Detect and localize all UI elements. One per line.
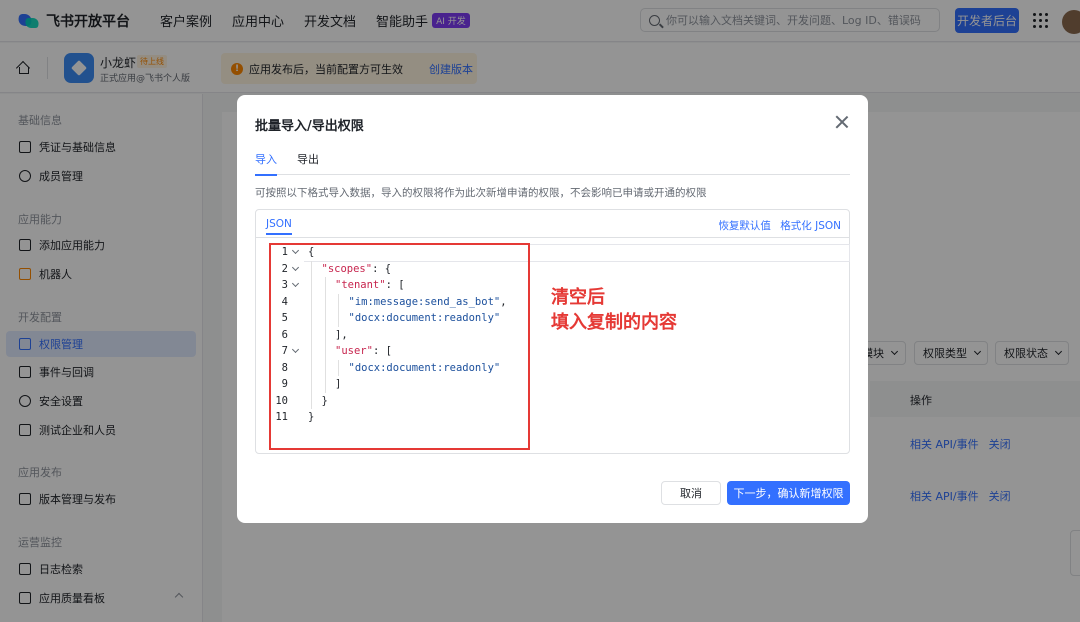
close-icon[interactable] <box>834 114 850 130</box>
annotation-line-1: 清空后 <box>551 287 605 308</box>
import-description: 可按照以下格式导入数据，导入的权限将作为此次新增申请的权限，不会影响已申请或开通… <box>255 187 707 199</box>
dialog-title: 批量导入/导出权限 <box>255 119 364 134</box>
tab-export[interactable]: 导出 <box>297 151 319 175</box>
confirm-add-permissions-button[interactable]: 下一步，确认新增权限 <box>727 481 850 505</box>
restore-default-button[interactable]: 恢复默认值 <box>718 220 771 232</box>
cancel-button[interactable]: 取消 <box>661 481 721 505</box>
format-json-button[interactable]: 格式化 JSON <box>780 220 841 232</box>
annotation-text: 清空后 填入复制的内容 <box>551 285 677 335</box>
tab-json[interactable]: JSON <box>266 218 292 235</box>
editor-toolbar: JSON 恢复默认值 格式化 JSON <box>256 210 849 238</box>
annotation-line-2: 填入复制的内容 <box>551 312 677 333</box>
tab-import[interactable]: 导入 <box>255 151 277 176</box>
dialog-tabs: 导入 导出 <box>255 151 850 176</box>
annotation-highlight-box <box>269 243 530 450</box>
